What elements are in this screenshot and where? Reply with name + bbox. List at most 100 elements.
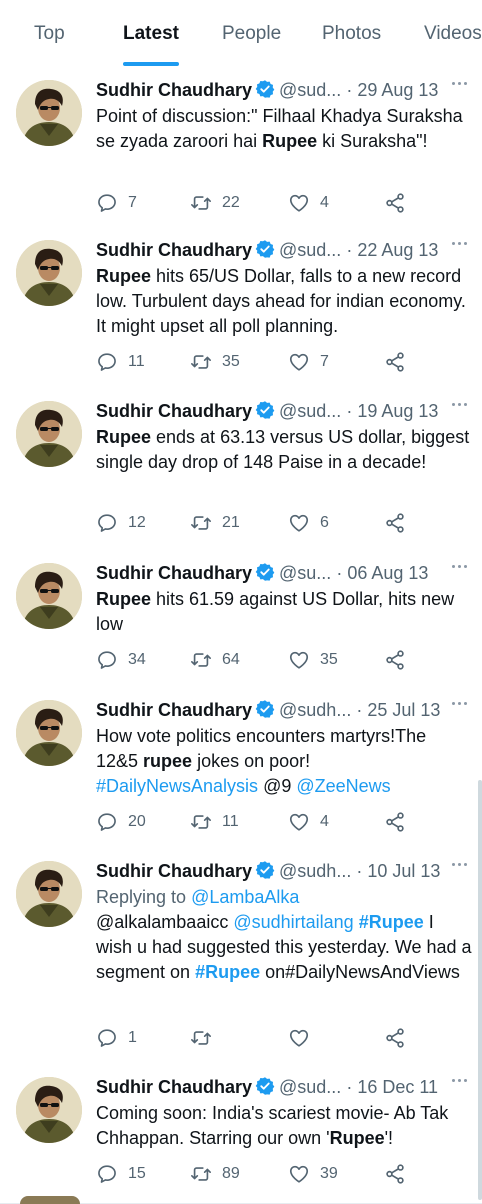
tweet[interactable]: Sudhir Chaudhary @su... · 06 Aug 13 Rupee hi…	[0, 549, 482, 687]
author-handle[interactable]: @sud...	[279, 240, 341, 260]
tweet[interactable]: Sudhir Chaudhary @sudh... · 10 Jul 13 Replyi…	[0, 847, 482, 1064]
tweet-text-segment: ends at 63.13 versus US dollar, biggest …	[96, 427, 475, 472]
tweet-date[interactable]: 19 Aug 13	[357, 401, 438, 421]
author-name[interactable]: Sudhir Chaudhary	[96, 80, 252, 100]
tweet-link[interactable]: @sudhirtailang	[233, 912, 353, 932]
replying-to-handle[interactable]: @LambaAlka	[191, 887, 299, 907]
retweet-button[interactable]: 89	[190, 1162, 240, 1186]
reply-button[interactable]: 15	[96, 1162, 146, 1186]
share-button[interactable]	[384, 1162, 406, 1186]
reply-count: 15	[128, 1165, 146, 1182]
share-button[interactable]	[384, 1026, 406, 1050]
author-handle[interactable]: @sudh...	[279, 700, 351, 720]
reply-count: 12	[128, 514, 146, 531]
reply-button[interactable]: 7	[96, 191, 137, 215]
tweet-link[interactable]: #Rupee	[195, 962, 260, 982]
author-handle[interactable]: @sud...	[279, 80, 341, 100]
tweet-date[interactable]: 10 Jul 13	[367, 861, 440, 881]
author-name[interactable]: Sudhir Chaudhary	[96, 563, 252, 583]
share-button[interactable]	[384, 191, 406, 215]
author-name[interactable]: Sudhir Chaudhary	[96, 401, 252, 421]
retweet-count: 11	[222, 813, 239, 830]
tweet[interactable]: Sudhir Chaudhary @sud... · 22 Aug 13 Rupee h…	[0, 226, 482, 388]
avatar[interactable]	[16, 700, 82, 766]
tweet-date[interactable]: 29 Aug 13	[357, 80, 438, 100]
more-options-icon[interactable]	[450, 403, 468, 417]
more-options-icon[interactable]	[450, 82, 468, 96]
more-options-icon[interactable]	[450, 242, 468, 256]
avatar[interactable]	[16, 861, 82, 927]
tweet-date[interactable]: 22 Aug 13	[357, 240, 438, 260]
tab-photos[interactable]: Photos	[322, 0, 381, 66]
reply-button[interactable]: 12	[96, 511, 146, 535]
reply-button[interactable]: 11	[96, 350, 145, 374]
author-handle[interactable]: @sud...	[279, 401, 341, 421]
retweet-button[interactable]: 11	[190, 810, 239, 834]
tab-latest[interactable]: Latest	[123, 0, 179, 66]
reply-button[interactable]: 20	[96, 810, 146, 834]
tweet-text: Coming soon: India's scariest movie- Ab …	[96, 1101, 472, 1151]
like-button[interactable]: 6	[288, 511, 329, 535]
share-button[interactable]	[384, 648, 406, 672]
tab-top[interactable]: Top	[34, 0, 65, 66]
reply-button[interactable]: 1	[96, 1026, 137, 1050]
more-options-icon[interactable]	[450, 1079, 468, 1093]
retweet-button[interactable]: 35	[190, 350, 240, 374]
more-options-icon[interactable]	[450, 565, 468, 579]
tab-people[interactable]: People	[222, 0, 281, 66]
tweet[interactable]: Sudhir Chaudhary @sud... · 16 Dec 11 Coming …	[0, 1063, 482, 1204]
author-handle[interactable]: @sudh...	[279, 861, 351, 881]
reply-count: 20	[128, 813, 146, 830]
share-button[interactable]	[384, 511, 406, 535]
tweet-header: Sudhir Chaudhary @sud... · 22 Aug 13	[96, 236, 468, 264]
more-options-icon[interactable]	[450, 863, 468, 877]
retweet-button[interactable]: 22	[190, 191, 240, 215]
retweet-button[interactable]	[190, 1026, 222, 1050]
tweet-link[interactable]: #DailyNewsAnalysis	[96, 776, 258, 796]
like-button[interactable]	[288, 1026, 320, 1050]
author-name[interactable]: Sudhir Chaudhary	[96, 1077, 252, 1097]
like-count: 4	[320, 194, 329, 211]
verified-badge-icon	[255, 700, 275, 718]
author-name[interactable]: Sudhir Chaudhary	[96, 700, 252, 720]
share-icon	[386, 650, 404, 670]
avatar[interactable]	[16, 1077, 82, 1143]
retweet-button[interactable]: 64	[190, 648, 240, 672]
tweet-date[interactable]: 06 Aug 13	[347, 563, 428, 583]
reply-count: 7	[128, 194, 137, 211]
tweet-header: Sudhir Chaudhary @sud... · 19 Aug 13	[96, 397, 468, 425]
tweet[interactable]: Sudhir Chaudhary @sudh... · 25 Jul 13 How vo…	[0, 686, 482, 848]
like-button[interactable]: 7	[288, 350, 329, 374]
reply-count: 1	[128, 1029, 137, 1046]
author-handle[interactable]: @sud...	[279, 1077, 341, 1097]
more-options-icon[interactable]	[450, 702, 468, 716]
like-button[interactable]: 4	[288, 191, 329, 215]
reply-icon	[98, 1029, 116, 1047]
tab-videos[interactable]: Videos	[424, 0, 482, 66]
like-button[interactable]: 4	[288, 810, 329, 834]
avatar[interactable]	[16, 401, 82, 467]
like-button[interactable]: 39	[288, 1162, 338, 1186]
tweet-text: Point of discussion:" Filhaal Khadya Sur…	[96, 104, 472, 179]
avatar-photo	[16, 861, 82, 927]
tweet-date[interactable]: 16 Dec 11	[357, 1077, 438, 1097]
share-button[interactable]	[384, 350, 406, 374]
reply-button[interactable]: 34	[96, 648, 146, 672]
tweet-link[interactable]: @ZeeNews	[296, 776, 390, 796]
avatar[interactable]	[16, 80, 82, 146]
tweet-date[interactable]: 25 Jul 13	[367, 700, 440, 720]
avatar[interactable]	[16, 240, 82, 306]
tweet[interactable]: Sudhir Chaudhary @sud... · 29 Aug 13 Point o…	[0, 66, 482, 227]
author-name[interactable]: Sudhir Chaudhary	[96, 861, 252, 881]
like-button[interactable]: 35	[288, 648, 338, 672]
reply-icon	[98, 813, 116, 831]
retweet-button[interactable]: 21	[190, 511, 240, 535]
avatar[interactable]	[16, 563, 82, 629]
author-handle[interactable]: @su...	[279, 563, 331, 583]
share-button[interactable]	[384, 810, 406, 834]
tweet[interactable]: Sudhir Chaudhary @sud... · 19 Aug 13 Rupee e…	[0, 387, 482, 550]
tweet-link[interactable]: #Rupee	[359, 912, 424, 932]
author-name[interactable]: Sudhir Chaudhary	[96, 240, 252, 260]
tweet-text-segment: @9	[258, 776, 297, 796]
scrollbar[interactable]	[478, 780, 482, 1200]
